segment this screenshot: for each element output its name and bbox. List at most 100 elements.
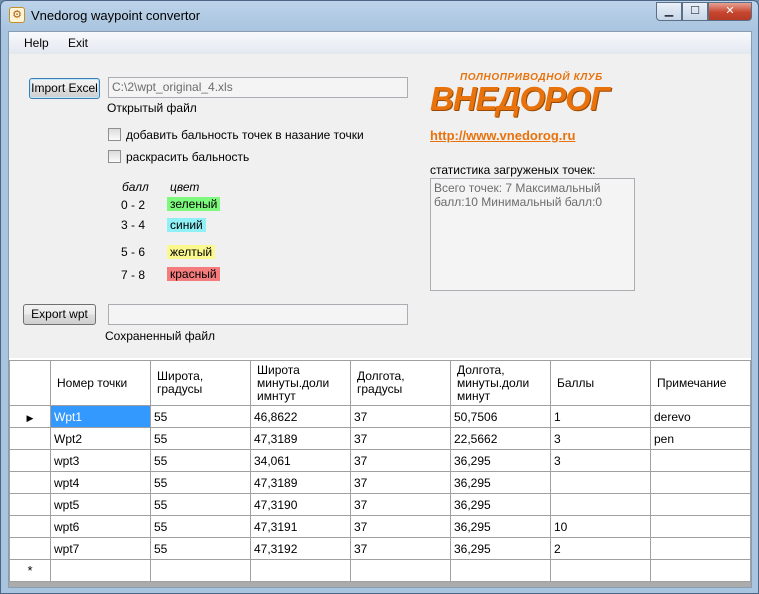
table-cell[interactable]: 36,295	[450, 471, 551, 494]
column-header[interactable]: Широта минуты.доли имнтут	[250, 360, 351, 406]
table-cell[interactable]	[650, 493, 751, 516]
row-header[interactable]	[9, 493, 51, 516]
menu-help[interactable]: Help	[24, 36, 49, 50]
maximize-button[interactable]: ☐	[682, 2, 708, 21]
column-header[interactable]: Долгота, градусы	[350, 360, 451, 406]
table-cell[interactable]: derevo	[650, 405, 751, 428]
stats-label: статистика загруженых точек:	[430, 163, 596, 177]
stats-textbox[interactable]: Всего точек: 7 Максимальный балл:10 Мини…	[430, 178, 635, 291]
close-button[interactable]: ✕	[708, 2, 752, 21]
row-header[interactable]	[9, 515, 51, 538]
row-header-new[interactable]: *	[9, 559, 51, 582]
table-cell[interactable]: 47,3189	[250, 427, 351, 450]
column-header[interactable]: Примечание	[650, 360, 751, 406]
add-score-checkbox[interactable]	[108, 128, 121, 141]
table-cell[interactable]: 1	[550, 405, 651, 428]
minimize-button[interactable]: ▁	[656, 2, 682, 21]
title-bar[interactable]: ⚙ Vnedorog waypoint convertor ▁ ☐ ✕	[1, 1, 758, 31]
table-cell[interactable]: wpt5	[50, 493, 151, 516]
table-cell[interactable]: Wpt1	[50, 405, 151, 428]
table-cell[interactable]: 55	[150, 493, 251, 516]
table-cell[interactable]	[450, 559, 551, 582]
menu-exit[interactable]: Exit	[68, 36, 88, 50]
table-cell[interactable]	[650, 449, 751, 472]
table-cell[interactable]	[650, 559, 751, 582]
table-cell[interactable]: wpt4	[50, 471, 151, 494]
row-header-current[interactable]: ▶	[9, 405, 51, 428]
row-header[interactable]	[9, 449, 51, 472]
table-row[interactable]: wpt5 55 47,3190 37 36,295	[9, 493, 751, 516]
column-header[interactable]: Широта, градусы	[150, 360, 251, 406]
table-cell[interactable]: 55	[150, 515, 251, 538]
table-row[interactable]: ▶ Wpt1 55 46,8622 37 50,7506 1 derevo	[9, 405, 751, 428]
column-header[interactable]: Номер точки	[50, 360, 151, 406]
table-cell[interactable]	[550, 471, 651, 494]
table-cell[interactable]: wpt6	[50, 515, 151, 538]
legend-swatch-blue: синий	[167, 218, 206, 232]
table-cell[interactable]: 55	[150, 405, 251, 428]
table-cell[interactable]: 47,3191	[250, 515, 351, 538]
table-cell[interactable]: 36,295	[450, 493, 551, 516]
colorize-checkbox[interactable]	[108, 150, 121, 163]
table-cell[interactable]	[650, 515, 751, 538]
table-cell[interactable]: 47,3189	[250, 471, 351, 494]
table-cell[interactable]: 47,3190	[250, 493, 351, 516]
window-title: Vnedorog waypoint convertor	[31, 8, 201, 23]
site-link[interactable]: http://www.vnedorog.ru	[430, 128, 575, 143]
table-cell[interactable]: 47,3192	[250, 537, 351, 560]
waypoint-grid[interactable]: Номер точки Широта, градусы Широта минут…	[9, 358, 751, 587]
table-cell[interactable]	[350, 559, 451, 582]
table-cell[interactable]: 46,8622	[250, 405, 351, 428]
table-row[interactable]: wpt6 55 47,3191 37 36,295 10	[9, 515, 751, 538]
table-cell[interactable]: pen	[650, 427, 751, 450]
table-cell[interactable]: 36,295	[450, 515, 551, 538]
row-header[interactable]	[9, 427, 51, 450]
table-cell[interactable]: 36,295	[450, 449, 551, 472]
table-cell[interactable]: 37	[350, 493, 451, 516]
table-cell[interactable]: 37	[350, 537, 451, 560]
table-cell[interactable]: 55	[150, 471, 251, 494]
table-cell[interactable]: 22,5662	[450, 427, 551, 450]
table-cell[interactable]: 34,061	[250, 449, 351, 472]
table-cell[interactable]: Wpt2	[50, 427, 151, 450]
new-row[interactable]: *	[9, 559, 751, 582]
table-row[interactable]: wpt3 55 34,061 37 36,295 3	[9, 449, 751, 472]
table-cell[interactable]	[550, 493, 651, 516]
table-cell[interactable]	[650, 537, 751, 560]
table-cell[interactable]: 55	[150, 537, 251, 560]
table-row[interactable]: Wpt2 55 47,3189 37 22,5662 3 pen	[9, 427, 751, 450]
table-cell[interactable]: 37	[350, 449, 451, 472]
table-cell[interactable]: 37	[350, 427, 451, 450]
import-excel-button[interactable]: Import Excel	[29, 78, 100, 99]
table-cell[interactable]: 55	[150, 449, 251, 472]
table-row[interactable]: wpt7 55 47,3192 37 36,295 2	[9, 537, 751, 560]
table-cell[interactable]	[650, 471, 751, 494]
current-row-icon: ▶	[26, 412, 34, 423]
table-row[interactable]: wpt4 55 47,3189 37 36,295	[9, 471, 751, 494]
table-cell[interactable]: 37	[350, 515, 451, 538]
column-header[interactable]: Долгота, минуты.доли минут	[450, 360, 551, 406]
table-cell[interactable]: 55	[150, 427, 251, 450]
table-cell[interactable]	[50, 559, 151, 582]
table-cell[interactable]: 10	[550, 515, 651, 538]
table-cell[interactable]	[550, 559, 651, 582]
table-cell[interactable]: 37	[350, 471, 451, 494]
legend-range: 5 - 6	[121, 245, 146, 259]
table-cell[interactable]: 36,295	[450, 537, 551, 560]
row-header[interactable]	[9, 471, 51, 494]
table-cell[interactable]: 3	[550, 427, 651, 450]
column-header[interactable]: Баллы	[550, 360, 651, 406]
table-cell[interactable]	[250, 559, 351, 582]
legend-range: 0 - 2	[121, 198, 146, 212]
export-wpt-button[interactable]: Export wpt	[23, 304, 96, 325]
table-cell[interactable]: 37	[350, 405, 451, 428]
export-file-path[interactable]	[108, 304, 408, 325]
row-header[interactable]	[9, 537, 51, 560]
table-cell[interactable]	[150, 559, 251, 582]
table-cell[interactable]: wpt7	[50, 537, 151, 560]
import-file-path[interactable]: C:\2\wpt_original_4.xls	[108, 77, 408, 98]
table-cell[interactable]: 3	[550, 449, 651, 472]
table-cell[interactable]: wpt3	[50, 449, 151, 472]
table-cell[interactable]: 2	[550, 537, 651, 560]
table-cell[interactable]: 50,7506	[450, 405, 551, 428]
